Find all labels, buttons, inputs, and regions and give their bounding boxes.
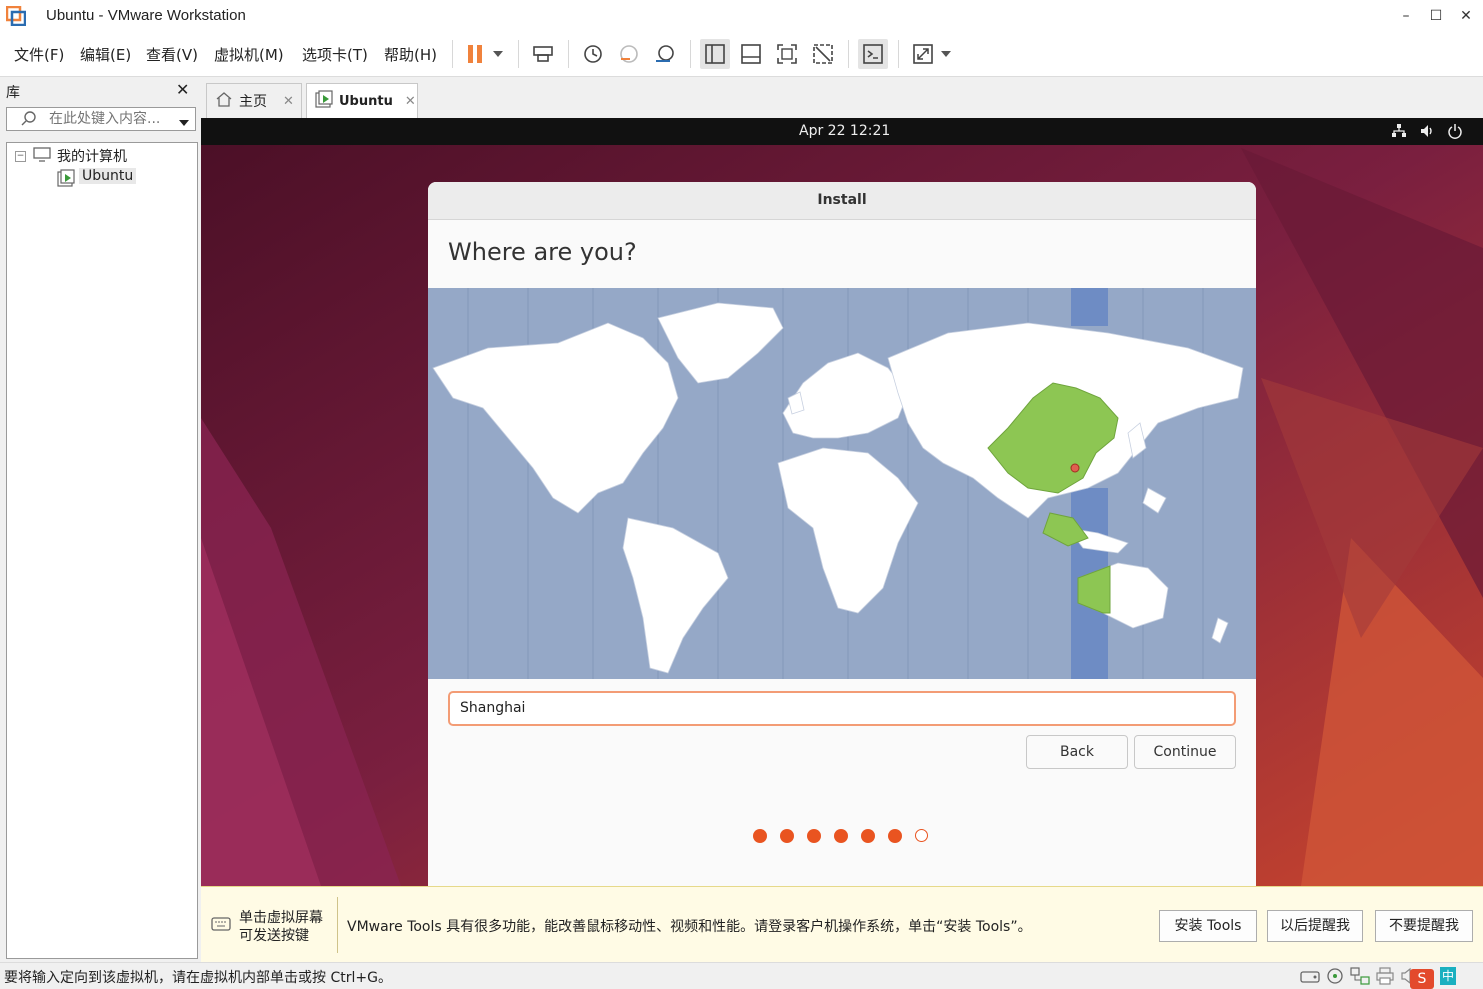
volume-icon[interactable]: [1419, 123, 1435, 143]
home-icon: [215, 91, 233, 111]
library-search-input[interactable]: [47, 110, 171, 128]
gnome-top-bar: Apr 22 12:21: [201, 118, 1483, 145]
page-heading: Where are you?: [448, 238, 637, 266]
back-button[interactable]: Back: [1026, 735, 1128, 769]
menu-vm[interactable]: 虚拟机(M): [214, 44, 284, 65]
tab-label: Ubuntu: [339, 93, 393, 109]
tab-ubuntu[interactable]: Ubuntu ✕: [306, 83, 418, 118]
menu-toolbar: 文件(F) 编辑(E) 查看(V) 虚拟机(M) 选项卡(T) 帮助(H): [0, 32, 1483, 77]
continue-button[interactable]: Continue: [1134, 735, 1236, 769]
library-panel: 库 ✕ − 我的计算机 Ubuntu: [0, 77, 200, 962]
ime-language-indicator[interactable]: 中: [1440, 967, 1456, 985]
menu-tabs[interactable]: 选项卡(T): [302, 44, 368, 65]
progress-dot-pending: [915, 829, 928, 842]
install-tools-button[interactable]: 安装 Tools: [1159, 910, 1257, 942]
menu-file[interactable]: 文件(F): [14, 44, 64, 65]
tree-item-ubuntu[interactable]: Ubuntu: [79, 168, 137, 184]
progress-dot-done: [753, 829, 767, 843]
hint-line-2: 可发送按键: [239, 928, 309, 944]
progress-dot-done: [807, 829, 821, 843]
vmware-tools-notice: 单击虚拟屏幕 可发送按键 VMware Tools 具有很多功能，能改善鼠标移动…: [201, 886, 1483, 963]
network-icon[interactable]: [1391, 123, 1407, 143]
revert-snapshot-icon[interactable]: [614, 39, 644, 69]
never-remind-button[interactable]: 不要提醒我: [1375, 910, 1473, 942]
window-title: Ubuntu - VMware Workstation: [46, 7, 246, 24]
send-ctrl-alt-del-icon[interactable]: [528, 39, 558, 69]
tree-root-label[interactable]: 我的计算机: [57, 146, 127, 166]
keyboard-icon: [211, 915, 231, 937]
power-icon[interactable]: [1447, 123, 1463, 143]
progress-dot-done: [888, 829, 902, 843]
cd-drive-icon[interactable]: [1326, 967, 1344, 989]
search-icon: [21, 110, 37, 130]
menu-edit[interactable]: 编辑(E): [80, 44, 131, 65]
snapshot-icon[interactable]: [578, 39, 608, 69]
collapse-icon[interactable]: −: [15, 151, 26, 162]
computer-icon: [33, 147, 51, 167]
library-search[interactable]: [6, 107, 196, 131]
snapshot-manager-icon[interactable]: [650, 39, 680, 69]
status-bar: 要将输入定向到该虚拟机，请在虚拟机内部单击或按 Ctrl+G。 S 中: [0, 962, 1483, 989]
close-library-icon[interactable]: ✕: [176, 80, 189, 99]
vm-icon: [57, 169, 75, 191]
toolbar-separator: [568, 40, 569, 68]
fullscreen-icon[interactable]: [772, 39, 802, 69]
tab-strip: 主页 ✕ Ubuntu ✕: [201, 77, 1483, 118]
show-library-icon[interactable]: [700, 39, 730, 69]
toolbar-separator: [452, 40, 453, 68]
close-tab-icon[interactable]: ✕: [405, 94, 416, 109]
chevron-down-icon[interactable]: [488, 39, 508, 69]
tab-label: 主页: [239, 94, 267, 110]
install-dialog: Install Where are you? Shanghai Back Con…: [428, 182, 1256, 886]
chevron-down-icon[interactable]: [179, 115, 189, 130]
toolbar-separator: [848, 40, 849, 68]
vm-screen[interactable]: Apr 22 12:21 Install Where are you? Shan…: [201, 118, 1483, 886]
close-window-button[interactable]: ✕: [1449, 0, 1483, 32]
vm-icon: [315, 90, 333, 112]
toolbar-separator: [518, 40, 519, 68]
unity-mode-icon[interactable]: [808, 39, 838, 69]
pause-icon[interactable]: [460, 39, 490, 69]
clock[interactable]: Apr 22 12:21: [799, 123, 890, 139]
tab-home[interactable]: 主页 ✕: [206, 83, 302, 118]
library-tree: − 我的计算机 Ubuntu: [6, 142, 198, 959]
timezone-input[interactable]: [458, 699, 1162, 717]
location-marker: [1070, 463, 1080, 473]
library-title: 库: [6, 85, 20, 101]
progress-dot-done: [861, 829, 875, 843]
chevron-down-icon[interactable]: [936, 39, 956, 69]
progress-dot-done: [780, 829, 794, 843]
close-tab-icon[interactable]: ✕: [283, 94, 294, 109]
minimize-button[interactable]: –: [1389, 0, 1423, 32]
timezone-field[interactable]: [448, 691, 1236, 726]
console-view-icon[interactable]: [858, 39, 888, 69]
maximize-button[interactable]: ☐: [1419, 0, 1453, 32]
timezone-map[interactable]: [428, 288, 1256, 679]
dialog-title: Install: [428, 182, 1256, 220]
world-map[interactable]: [428, 288, 1256, 679]
status-text: 要将输入定向到该虚拟机，请在虚拟机内部单击或按 Ctrl+G。: [4, 970, 392, 986]
hard-disk-icon[interactable]: [1300, 968, 1320, 988]
ime-sogou-icon[interactable]: S: [1410, 969, 1434, 989]
menu-view[interactable]: 查看(V): [146, 44, 198, 65]
toolbar-separator: [690, 40, 691, 68]
network-adapter-icon[interactable]: [1350, 967, 1370, 989]
title-bar: Ubuntu - VMware Workstation – ☐ ✕: [0, 0, 1483, 33]
notice-divider: [337, 897, 338, 953]
remind-later-button[interactable]: 以后提醒我: [1267, 910, 1363, 942]
thumbnail-bar-icon[interactable]: [736, 39, 766, 69]
menu-help[interactable]: 帮助(H): [384, 44, 437, 65]
notice-message: VMware Tools 具有很多功能，能改善鼠标移动性、视频和性能。请登录客户…: [347, 919, 1032, 935]
vmware-logo-icon: [5, 5, 27, 27]
printer-icon[interactable]: [1376, 967, 1394, 989]
hint-line-1: 单击虚拟屏幕: [239, 910, 323, 926]
toolbar-separator: [898, 40, 899, 68]
progress-dot-done: [834, 829, 848, 843]
stretch-guest-icon[interactable]: [908, 39, 938, 69]
